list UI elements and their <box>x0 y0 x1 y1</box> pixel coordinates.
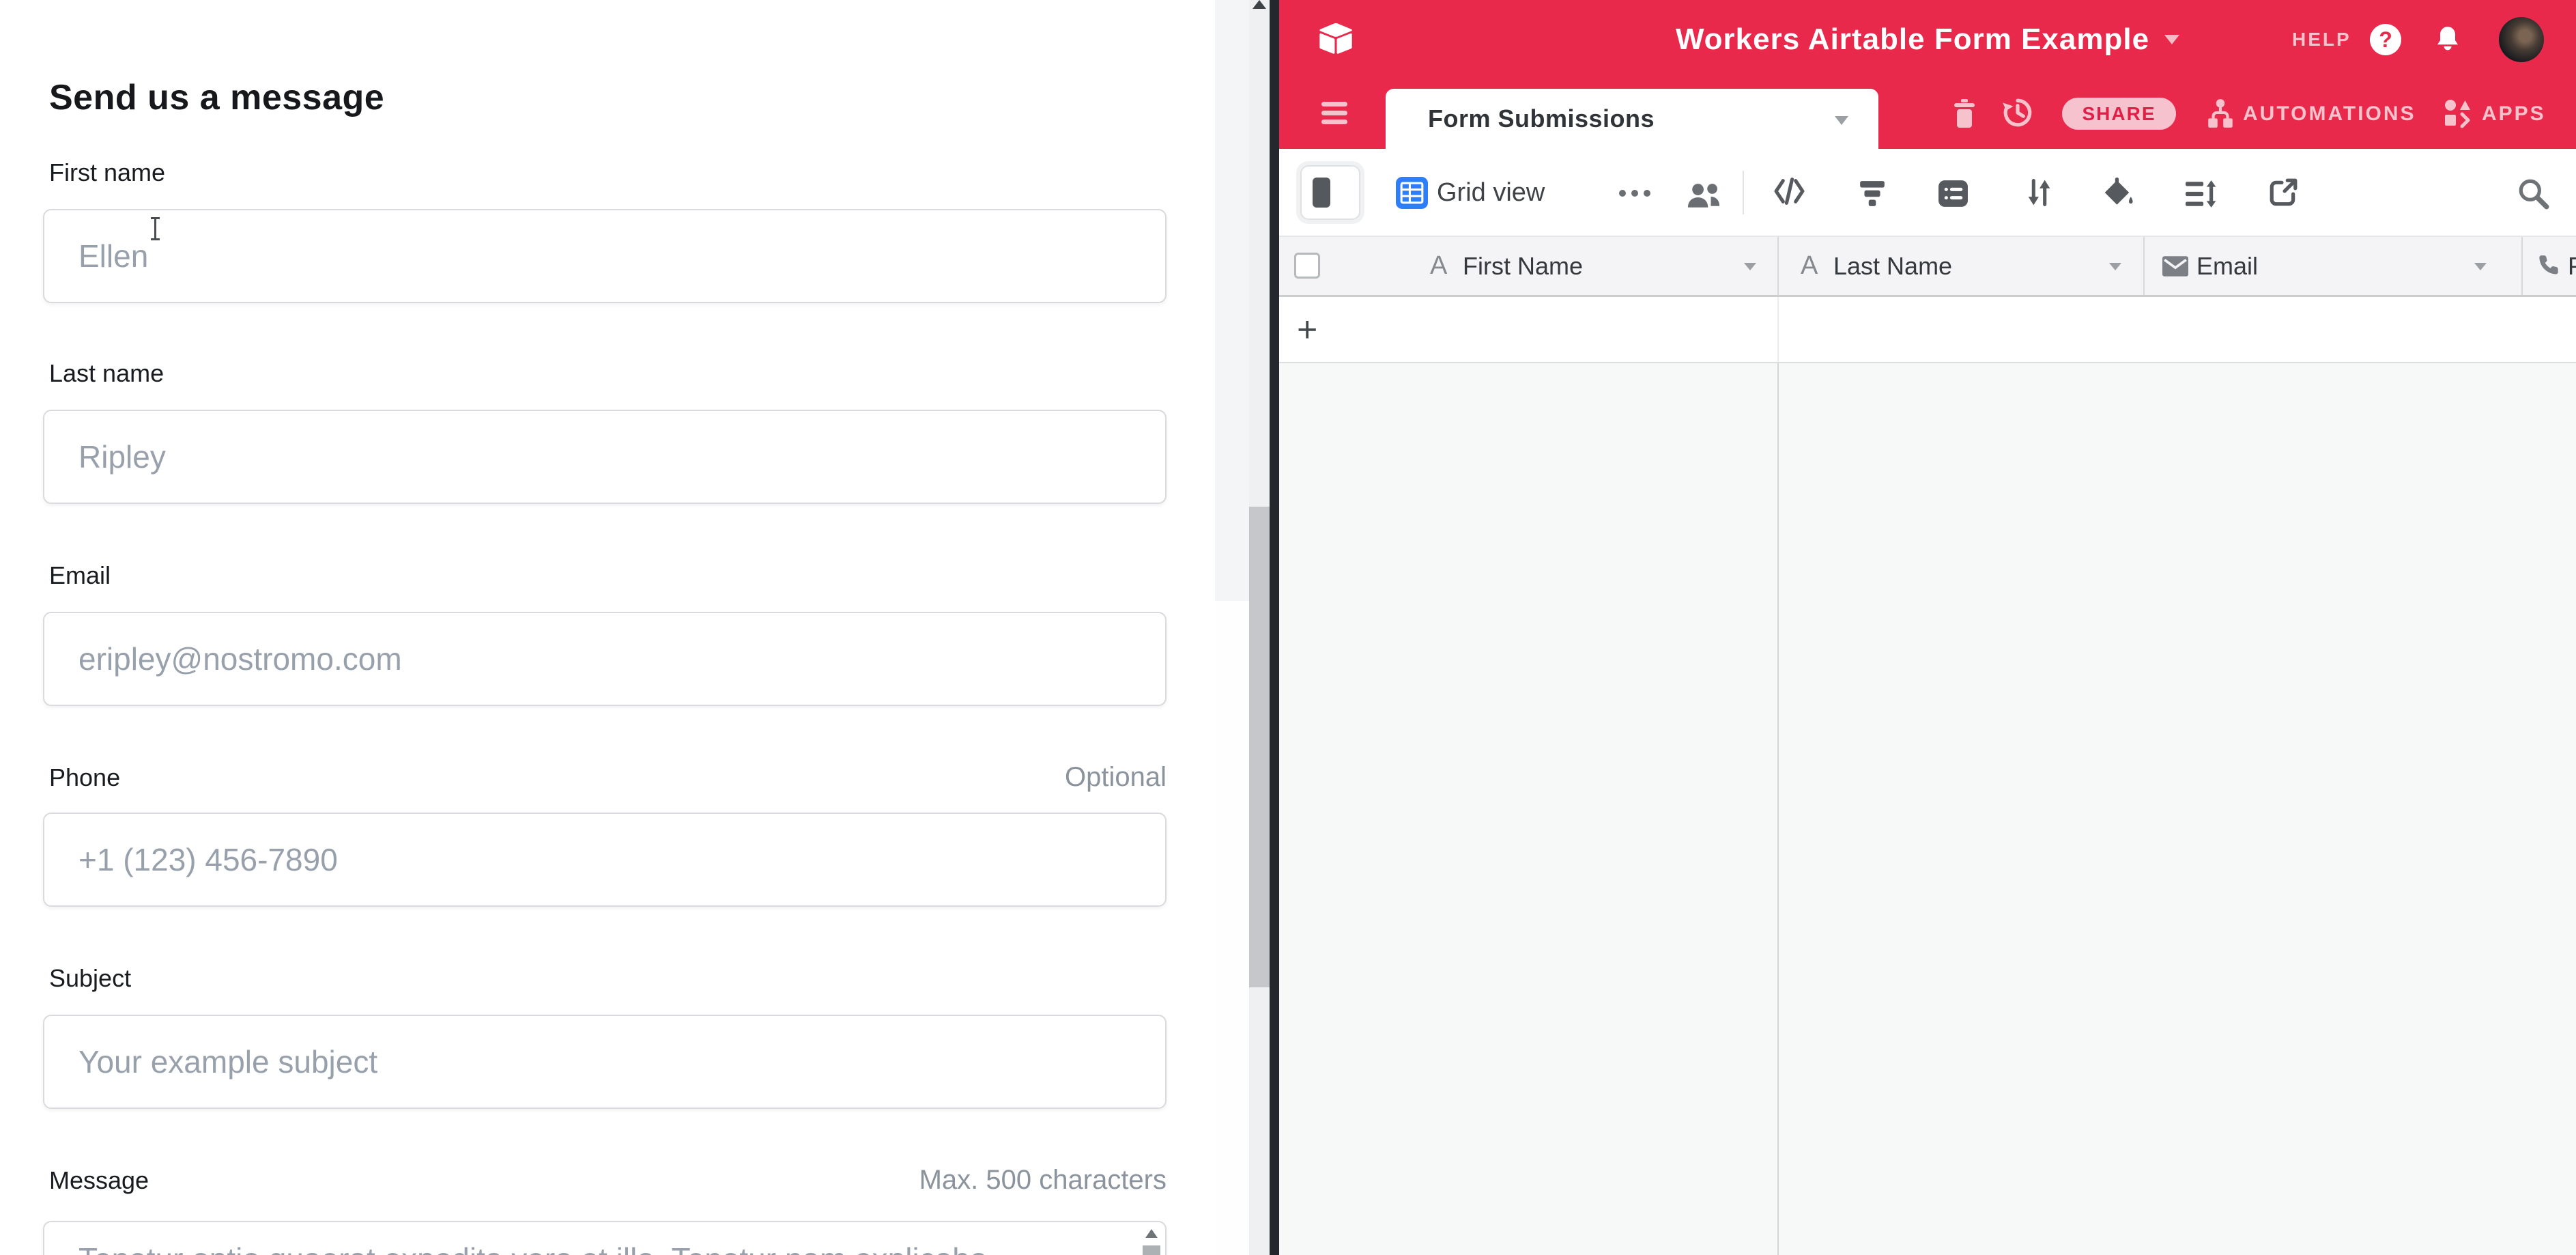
last-name-label: Last name <box>49 359 164 388</box>
airtable-logo-icon[interactable] <box>1317 22 1354 59</box>
search-icon[interactable] <box>2517 177 2549 213</box>
first-name-input[interactable] <box>43 209 1167 303</box>
chevron-down-icon[interactable] <box>2474 263 2487 270</box>
automations-icon[interactable] <box>2205 98 2236 132</box>
form-title: Send us a message <box>49 77 384 118</box>
hide-fields-icon[interactable] <box>1773 177 1805 209</box>
help-icon[interactable]: ? <box>2370 24 2401 55</box>
message-textarea[interactable] <box>43 1221 1167 1255</box>
hamburger-icon[interactable] <box>1321 102 1347 126</box>
form-gutter <box>1215 0 1249 601</box>
airtable-topbar: Workers Airtable Form Example HELP ? <box>1279 0 2576 79</box>
share-view-icon[interactable] <box>2267 177 2299 212</box>
add-row[interactable]: + <box>1279 297 2576 363</box>
view-name-button[interactable]: Grid view <box>1437 149 1545 237</box>
message-label: Message <box>49 1166 149 1195</box>
sort-icon[interactable] <box>2024 177 2055 212</box>
group-icon[interactable] <box>1937 179 1969 212</box>
help-button[interactable]: HELP <box>2292 0 2351 79</box>
phone-optional-note: Optional <box>1065 762 1167 793</box>
chevron-down-icon[interactable] <box>2109 263 2121 270</box>
apps-icon[interactable] <box>2443 98 2474 132</box>
tab-form-submissions[interactable]: Form Submissions <box>1386 89 1878 149</box>
automations-button[interactable]: AUTOMATIONS <box>2243 79 2416 149</box>
share-button[interactable]: SHARE <box>2062 98 2176 130</box>
email-label-row: Email <box>49 561 1167 590</box>
email-input[interactable] <box>43 612 1167 706</box>
trash-icon[interactable] <box>1949 98 1979 132</box>
bell-icon[interactable] <box>2433 25 2463 58</box>
column-divider[interactable] <box>2521 237 2523 295</box>
phone-field-icon <box>2536 253 2562 283</box>
toolbar-divider <box>1743 171 1744 214</box>
phone-label: Phone <box>49 763 120 792</box>
last-name-label-row: Last name <box>49 359 1167 388</box>
base-title: Workers Airtable Form Example <box>1676 23 2149 57</box>
phone-input[interactable] <box>43 813 1167 907</box>
first-name-label-row: First name <box>49 158 1167 187</box>
subject-label-row: Subject <box>49 964 1167 993</box>
apps-button[interactable]: APPS <box>2482 79 2546 149</box>
text-field-icon: A <box>1430 237 1447 295</box>
chevron-down-icon <box>1835 116 1848 125</box>
add-row-plus-icon[interactable]: + <box>1297 297 1317 362</box>
view-sidebar-toggle[interactable] <box>1300 165 1360 220</box>
airtable-window: Workers Airtable Form Example HELP ? For… <box>1279 0 2576 1255</box>
email-label: Email <box>49 561 111 590</box>
chevron-down-icon[interactable] <box>1744 263 1756 270</box>
textarea-scrollbar-thumb[interactable] <box>1143 1245 1160 1255</box>
screen: Send us a message First name Last name E… <box>0 0 2576 1255</box>
scroll-up-arrow-icon[interactable] <box>1253 0 1266 9</box>
history-icon[interactable] <box>2001 96 2034 132</box>
text-cursor-icon <box>154 217 156 240</box>
page-scrollbar-thumb[interactable] <box>1249 507 1270 987</box>
grid-view-icon <box>1396 177 1428 212</box>
row-height-icon[interactable] <box>2185 180 2218 212</box>
column-header-email[interactable]: Email <box>2196 237 2258 295</box>
column-divider[interactable] <box>1777 237 1779 295</box>
email-field-icon <box>2162 256 2188 280</box>
table-tab-label: Form Submissions <box>1428 89 1655 149</box>
phone-label-row: Phone Optional <box>49 762 1167 793</box>
more-dots-icon[interactable] <box>1619 190 1650 197</box>
select-all-checkbox[interactable] <box>1294 253 1320 279</box>
view-toolbar: Grid view <box>1279 149 2576 237</box>
grid-header-row: A First Name A Last Name Email <box>1279 236 2576 297</box>
column-divider[interactable] <box>2143 237 2145 295</box>
form-gutter-lower <box>1215 601 1249 1255</box>
color-icon[interactable] <box>2102 177 2134 212</box>
message-label-row: Message Max. 500 characters <box>49 1165 1167 1196</box>
frozen-column-divider <box>1777 297 1779 362</box>
column-header-phone-cut[interactable]: P <box>2568 237 2576 295</box>
first-name-label: First name <box>49 158 165 187</box>
text-field-icon: A <box>1801 237 1818 295</box>
column-header-last-name[interactable]: Last Name <box>1833 237 1952 295</box>
collaborators-icon[interactable] <box>1685 182 1723 214</box>
column-header-first-name[interactable]: First Name <box>1463 237 1583 295</box>
base-title-menu[interactable]: Workers Airtable Form Example <box>1676 0 2179 79</box>
contact-form: Send us a message First name Last name E… <box>0 0 1215 1255</box>
window-divider <box>1270 0 1279 1255</box>
airtable-tabbar: Form Submissions SHARE <box>1279 79 2576 149</box>
grid-canvas[interactable] <box>1279 363 2576 1255</box>
chevron-down-icon <box>2164 35 2179 44</box>
subject-label: Subject <box>49 964 131 993</box>
last-name-input[interactable] <box>43 410 1167 504</box>
frozen-column-divider <box>1777 363 1779 1255</box>
message-maxchars-note: Max. 500 characters <box>919 1165 1167 1196</box>
subject-input[interactable] <box>43 1015 1167 1109</box>
textarea-scroll-up-icon[interactable] <box>1145 1229 1158 1238</box>
avatar[interactable] <box>2499 17 2544 62</box>
filter-icon[interactable] <box>1858 180 1887 210</box>
